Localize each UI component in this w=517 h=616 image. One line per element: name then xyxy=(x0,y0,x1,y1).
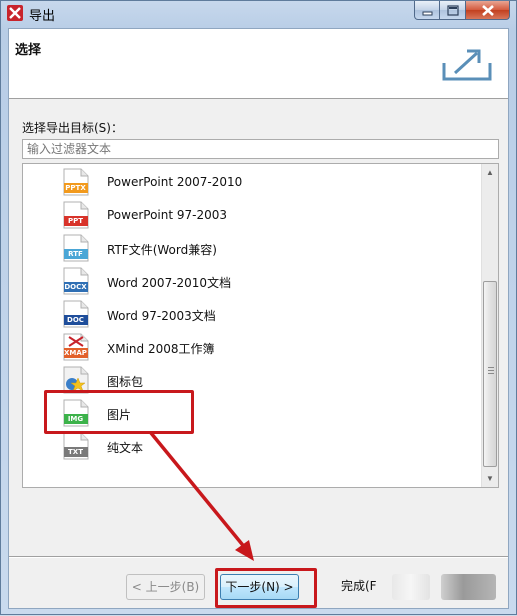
export-dialog: 导出 选择 选择导出目标(S)： 输入过滤器文本 PPTX PowerPoint… xyxy=(0,0,517,615)
annotation-arrow xyxy=(149,431,254,561)
